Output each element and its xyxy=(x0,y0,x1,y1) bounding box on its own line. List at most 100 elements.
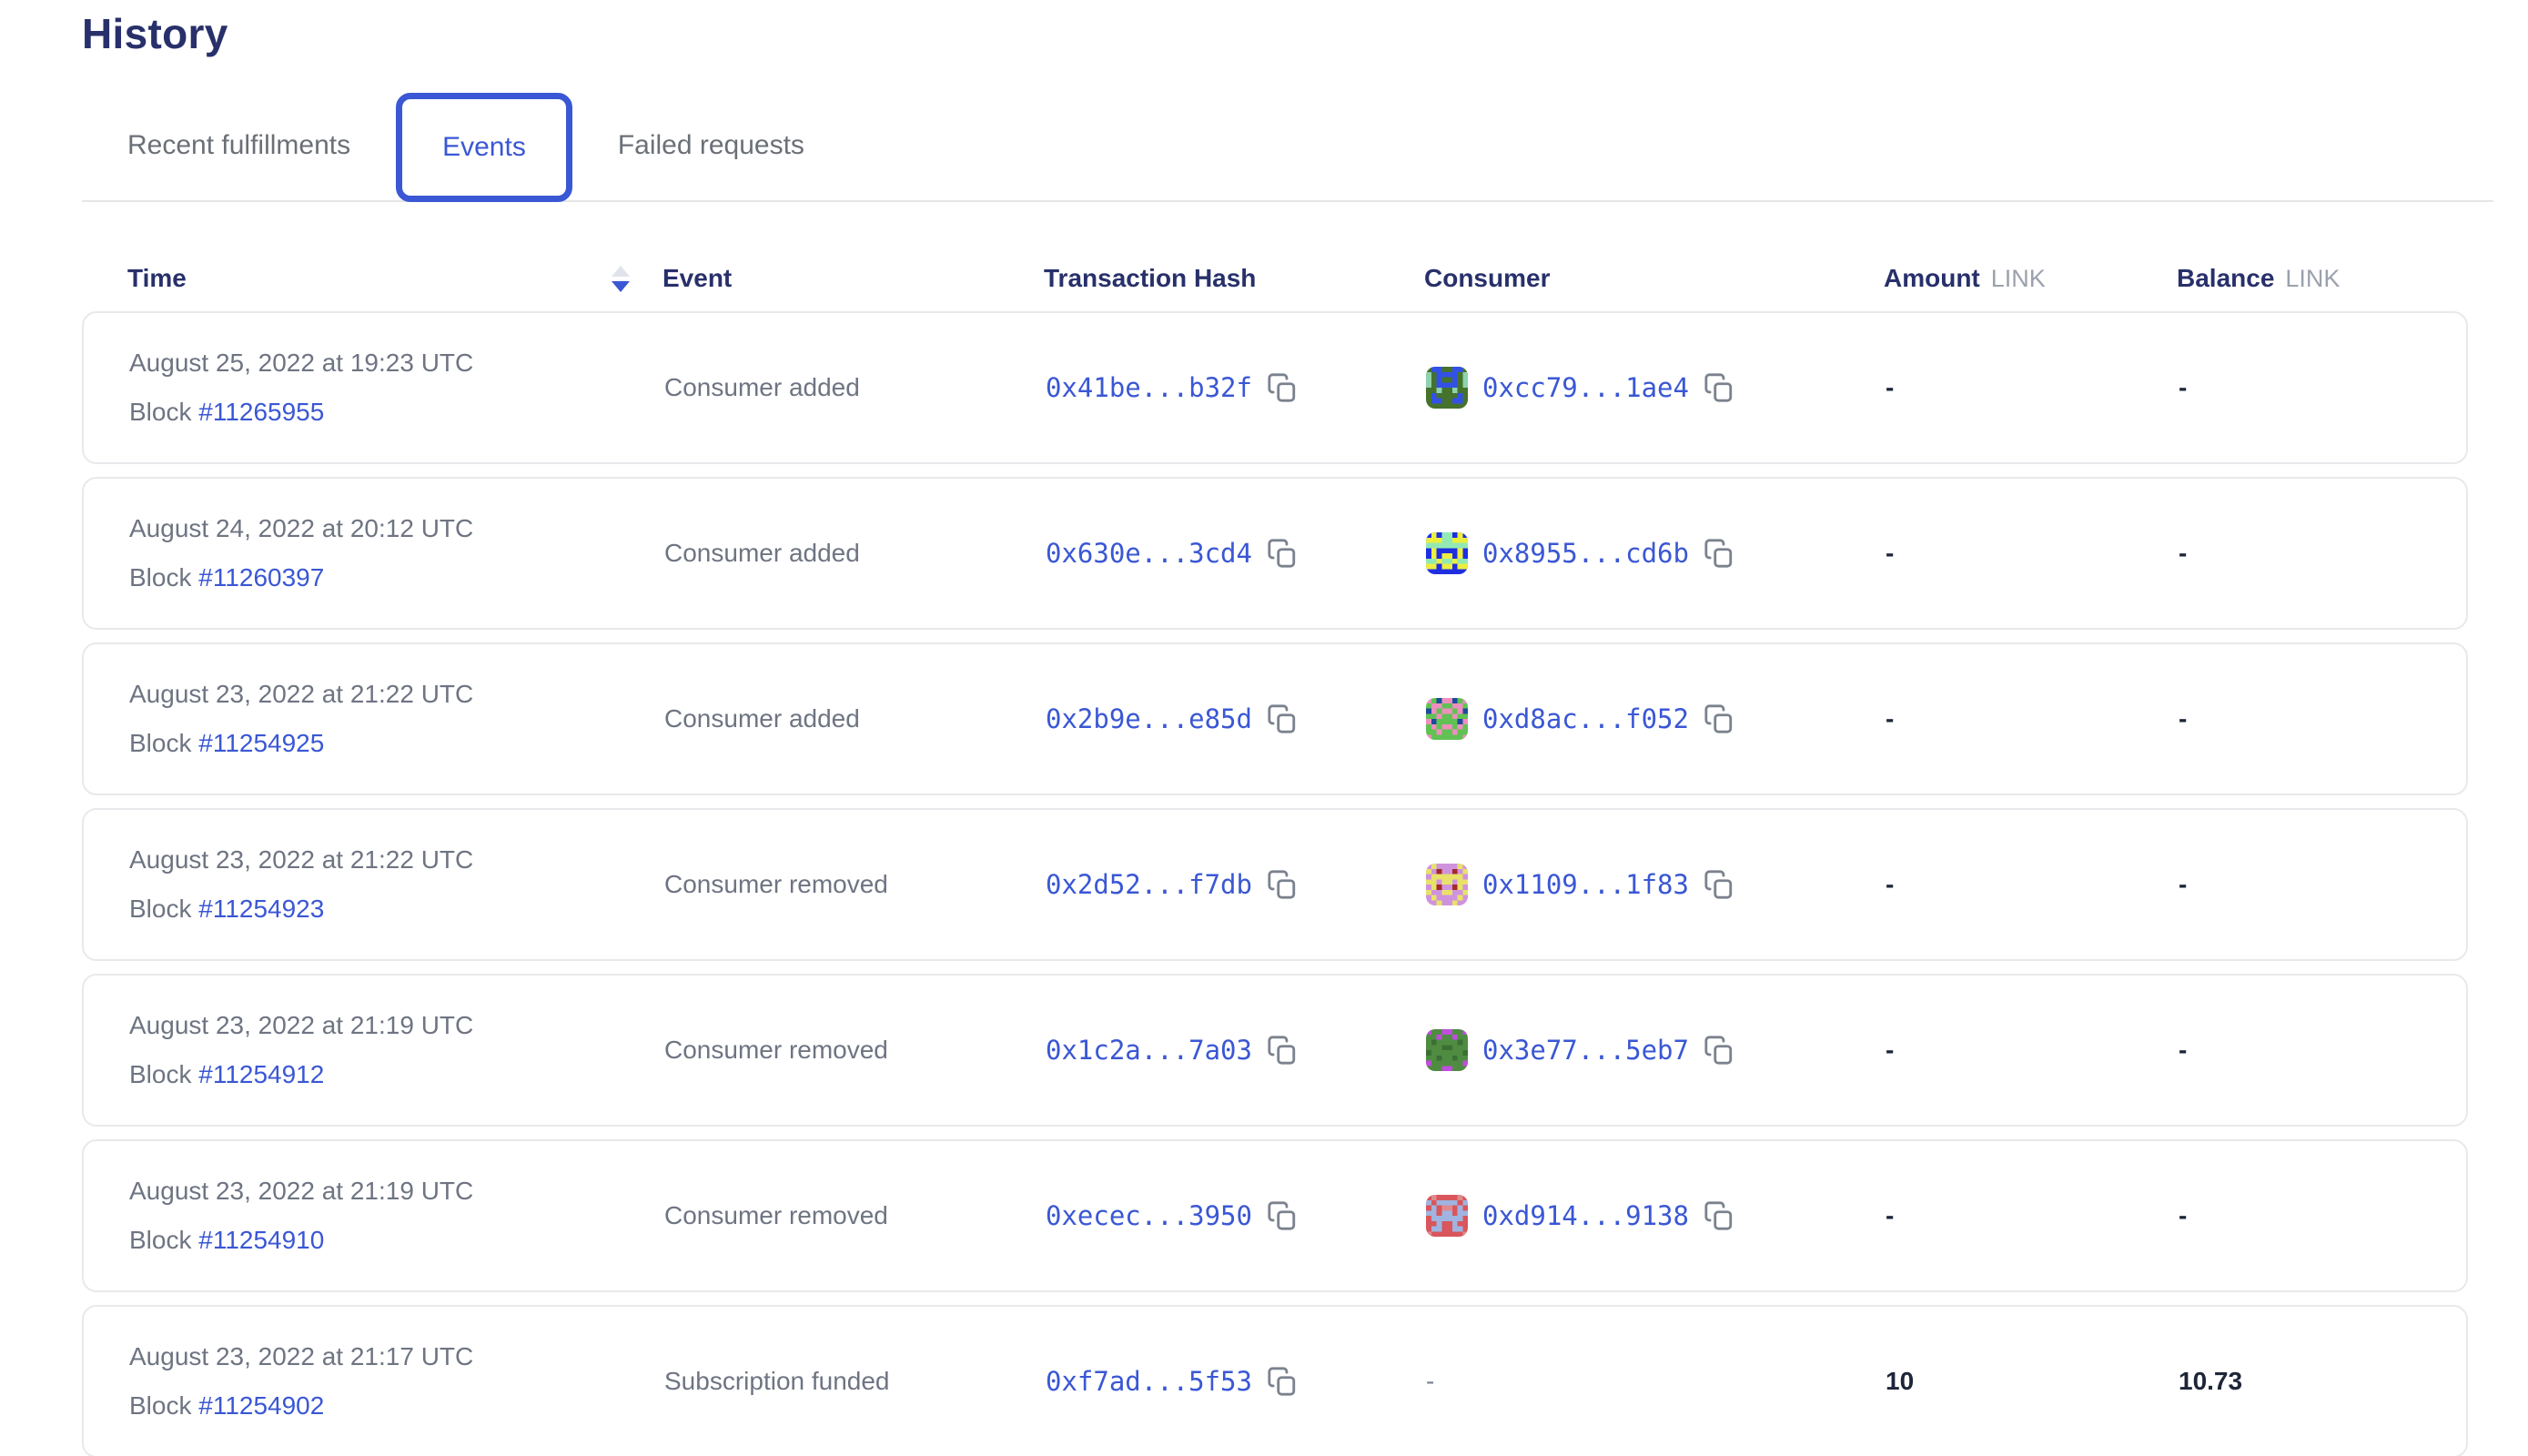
copy-icon[interactable] xyxy=(1704,538,1734,569)
time-cell: August 23, 2022 at 21:19 UTC Block #1125… xyxy=(129,1175,664,1257)
consumer-avatar xyxy=(1426,532,1468,574)
copy-icon[interactable] xyxy=(1267,1200,1298,1231)
balance-value: - xyxy=(2179,539,2466,568)
consumer-address-link[interactable]: 0x1109...1f83 xyxy=(1482,869,1689,900)
table-row: August 23, 2022 at 21:19 UTC Block #1125… xyxy=(82,1139,2468,1292)
copy-icon[interactable] xyxy=(1704,703,1734,734)
column-header-consumer: Consumer xyxy=(1424,264,1884,293)
transaction-hash-link[interactable]: 0x2d52...f7db xyxy=(1046,869,1252,900)
consumer-avatar xyxy=(1426,367,1468,409)
balance-value: 10.73 xyxy=(2179,1367,2466,1396)
copy-icon[interactable] xyxy=(1704,372,1734,403)
consumer-cell: 0x1109...1f83 xyxy=(1426,864,1886,905)
event-type: Consumer removed xyxy=(664,870,1046,899)
amount-value: - xyxy=(1886,1201,2179,1230)
event-timestamp: August 23, 2022 at 21:19 UTC xyxy=(129,1009,664,1042)
table-row: August 23, 2022 at 21:19 UTC Block #1125… xyxy=(82,974,2468,1127)
transaction-hash-link[interactable]: 0xecec...3950 xyxy=(1046,1200,1252,1231)
transaction-hash-link[interactable]: 0x2b9e...e85d xyxy=(1046,703,1252,734)
copy-icon[interactable] xyxy=(1267,869,1298,900)
transaction-hash-cell: 0xecec...3950 xyxy=(1046,1200,1426,1231)
column-header-transaction-hash: Transaction Hash xyxy=(1044,264,1424,293)
column-header-balance: BalanceLINK xyxy=(2177,264,2468,293)
copy-icon[interactable] xyxy=(1267,1366,1298,1397)
sort-down-arrow-icon xyxy=(612,281,630,292)
copy-icon[interactable] xyxy=(1267,538,1298,569)
tab-recent-fulfillments[interactable]: Recent fulfillments xyxy=(105,130,373,161)
transaction-hash-cell: 0x41be...b32f xyxy=(1046,372,1426,403)
event-timestamp: August 25, 2022 at 19:23 UTC xyxy=(129,347,664,379)
block-number-link[interactable]: #11265955 xyxy=(198,398,324,426)
balance-value: - xyxy=(2179,1201,2466,1230)
time-cell: August 23, 2022 at 21:22 UTC Block #1125… xyxy=(129,678,664,760)
block-line: Block #11254923 xyxy=(129,893,664,925)
time-cell: August 23, 2022 at 21:17 UTC Block #1125… xyxy=(129,1340,664,1422)
table-row: August 23, 2022 at 21:22 UTC Block #1125… xyxy=(82,642,2468,795)
copy-icon[interactable] xyxy=(1704,1035,1734,1066)
block-line: Block #11254925 xyxy=(129,727,664,760)
copy-icon[interactable] xyxy=(1267,372,1298,403)
consumer-address-link[interactable]: 0xd8ac...f052 xyxy=(1482,703,1689,734)
block-label: Block xyxy=(129,1391,191,1420)
balance-value: - xyxy=(2179,1036,2466,1065)
event-type: Consumer added xyxy=(664,373,1046,402)
consumer-avatar xyxy=(1426,698,1468,740)
block-line: Block #11265955 xyxy=(129,396,664,429)
balance-value: - xyxy=(2179,704,2466,733)
balance-value: - xyxy=(2179,373,2466,402)
transaction-hash-link[interactable]: 0x41be...b32f xyxy=(1046,372,1252,403)
event-type: Consumer added xyxy=(664,704,1046,733)
consumer-cell: - xyxy=(1426,1367,1886,1396)
sort-up-arrow-icon xyxy=(612,266,630,277)
amount-value: - xyxy=(1886,1036,2179,1065)
consumer-empty-value: - xyxy=(1426,1367,1434,1396)
amount-value: - xyxy=(1886,373,2179,402)
block-number-link[interactable]: #11254902 xyxy=(198,1391,324,1420)
block-number-link[interactable]: #11260397 xyxy=(198,563,324,592)
transaction-hash-link[interactable]: 0x630e...3cd4 xyxy=(1046,538,1252,569)
block-number-link[interactable]: #11254923 xyxy=(198,895,324,923)
consumer-avatar xyxy=(1426,864,1468,905)
copy-icon[interactable] xyxy=(1704,869,1734,900)
transaction-hash-cell: 0x1c2a...7a03 xyxy=(1046,1035,1426,1066)
event-timestamp: August 24, 2022 at 20:12 UTC xyxy=(129,512,664,545)
copy-icon[interactable] xyxy=(1704,1200,1734,1231)
event-type: Consumer removed xyxy=(664,1036,1046,1065)
amount-value: 10 xyxy=(1886,1367,2179,1396)
column-header-event: Event xyxy=(662,264,1044,293)
amount-label: Amount xyxy=(1884,264,1980,292)
table-header: Time Event Transaction Hash Consumer Amo… xyxy=(82,258,2468,298)
tab-bar: Recent fulfillments Events Failed reques… xyxy=(82,91,2493,202)
consumer-address-link[interactable]: 0xd914...9138 xyxy=(1482,1200,1689,1231)
column-header-amount: AmountLINK xyxy=(1884,264,2177,293)
block-number-link[interactable]: #11254925 xyxy=(198,729,324,757)
event-timestamp: August 23, 2022 at 21:22 UTC xyxy=(129,844,664,876)
block-label: Block xyxy=(129,895,191,923)
column-header-time: Time xyxy=(127,264,662,293)
consumer-address-link[interactable]: 0x3e77...5eb7 xyxy=(1482,1035,1689,1066)
transaction-hash-link[interactable]: 0x1c2a...7a03 xyxy=(1046,1035,1252,1066)
copy-icon[interactable] xyxy=(1267,703,1298,734)
consumer-address-link[interactable]: 0x8955...cd6b xyxy=(1482,538,1689,569)
balance-unit-label: LINK xyxy=(2285,265,2340,292)
consumer-cell: 0x3e77...5eb7 xyxy=(1426,1029,1886,1071)
tab-events[interactable]: Events xyxy=(396,93,572,202)
transaction-hash-cell: 0x2d52...f7db xyxy=(1046,869,1426,900)
sort-icon[interactable] xyxy=(612,266,630,292)
block-number-link[interactable]: #11254910 xyxy=(198,1226,324,1254)
transaction-hash-cell: 0x630e...3cd4 xyxy=(1046,538,1426,569)
block-number-link[interactable]: #11254912 xyxy=(198,1060,324,1088)
consumer-cell: 0xd914...9138 xyxy=(1426,1195,1886,1237)
copy-icon[interactable] xyxy=(1267,1035,1298,1066)
block-line: Block #11260397 xyxy=(129,561,664,594)
block-line: Block #11254912 xyxy=(129,1058,664,1091)
event-type: Subscription funded xyxy=(664,1367,1046,1396)
block-label: Block xyxy=(129,729,191,757)
block-line: Block #11254902 xyxy=(129,1390,664,1422)
transaction-hash-link[interactable]: 0xf7ad...5f53 xyxy=(1046,1366,1252,1397)
consumer-cell: 0xd8ac...f052 xyxy=(1426,698,1886,740)
consumer-address-link[interactable]: 0xcc79...1ae4 xyxy=(1482,372,1689,403)
tab-failed-requests[interactable]: Failed requests xyxy=(595,130,827,161)
amount-value: - xyxy=(1886,539,2179,568)
block-line: Block #11254910 xyxy=(129,1224,664,1257)
